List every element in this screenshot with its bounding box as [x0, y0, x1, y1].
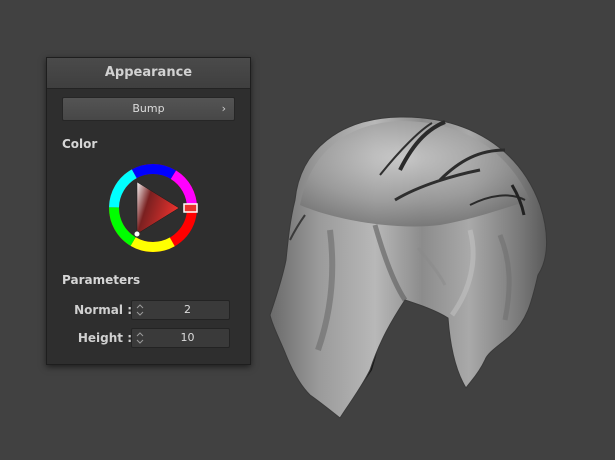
panel-title: Appearance: [47, 58, 250, 89]
normal-label: Normal :: [74, 303, 132, 317]
appearance-panel: Appearance Bump › Color Parameters Norma…: [46, 57, 251, 365]
parameters-section-label: Parameters: [62, 273, 141, 287]
bump-dropdown[interactable]: Bump ›: [62, 97, 235, 121]
hue-marker[interactable]: [183, 203, 198, 213]
height-label: Height :: [77, 331, 132, 345]
normal-value: 2: [184, 303, 191, 316]
cloth-mesh[interactable]: [269, 116, 548, 419]
color-picker-handle[interactable]: [133, 230, 141, 238]
color-wheel[interactable]: [106, 161, 200, 255]
param-row-normal: Normal : 2: [62, 300, 237, 320]
height-spinbox[interactable]: 10: [131, 328, 230, 348]
param-row-height: Height : 10: [62, 328, 237, 348]
normal-spinbox[interactable]: 2: [131, 300, 230, 320]
chevron-right-icon: ›: [221, 102, 226, 115]
height-value: 10: [180, 331, 195, 344]
spinner-arrows-icon[interactable]: [136, 331, 144, 345]
spinner-arrows-icon[interactable]: [136, 303, 144, 317]
dropdown-label: Bump: [132, 102, 165, 115]
color-section-label: Color: [62, 137, 98, 151]
